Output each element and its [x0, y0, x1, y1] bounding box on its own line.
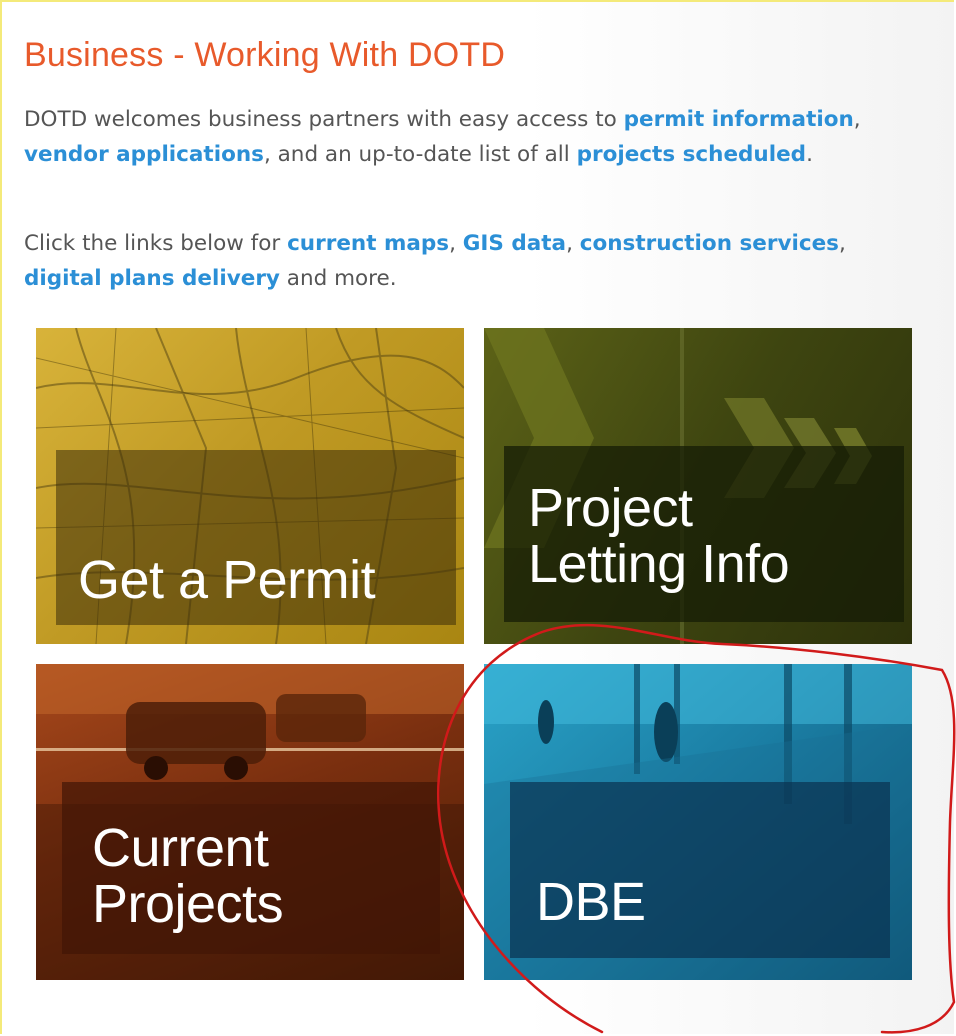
links-text-1: Click the links below for	[24, 231, 288, 256]
gis-data-link[interactable]: GIS data	[463, 231, 566, 256]
tile-label-get-a-permit: Get a Permit	[78, 550, 376, 610]
links-text-4: ,	[838, 231, 846, 256]
intro-paragraph: DOTD welcomes business partners with eas…	[24, 102, 924, 172]
page-title: Business - Working With DOTD	[24, 36, 506, 74]
current-projects-tile[interactable]: Current Projects	[36, 664, 464, 980]
tile-label-dbe: DBE	[536, 872, 646, 932]
business-panel: Business - Working With DOTD DOTD welcom…	[0, 0, 956, 1034]
intro-text-1: DOTD welcomes business partners with eas…	[24, 107, 624, 132]
links-text-5: and more.	[279, 266, 397, 291]
project-letting-info-tile[interactable]: Project Letting Info	[484, 328, 912, 644]
links-paragraph: Click the links below for current maps, …	[24, 226, 924, 296]
construction-services-link[interactable]: construction services	[580, 231, 839, 256]
digital-plans-delivery-link[interactable]: digital plans delivery	[24, 266, 280, 291]
current-maps-link[interactable]: current maps	[287, 231, 449, 256]
intro-text-2: ,	[853, 107, 861, 132]
tile-label-project-letting-info: Project Letting Info	[528, 478, 790, 594]
links-text-2: ,	[449, 231, 463, 256]
vendor-applications-link[interactable]: vendor applications	[24, 142, 264, 167]
dbe-tile[interactable]: DBE	[484, 664, 912, 980]
links-text-3: ,	[566, 231, 580, 256]
permit-information-link[interactable]: permit information	[624, 107, 854, 132]
get-a-permit-tile[interactable]: Get a Permit	[36, 328, 464, 644]
intro-text-3: , and an up-to-date list of all	[263, 142, 577, 167]
tile-label-current-projects: Current Projects	[92, 818, 284, 934]
intro-text-4: .	[806, 142, 813, 167]
projects-scheduled-link[interactable]: projects scheduled	[577, 142, 807, 167]
